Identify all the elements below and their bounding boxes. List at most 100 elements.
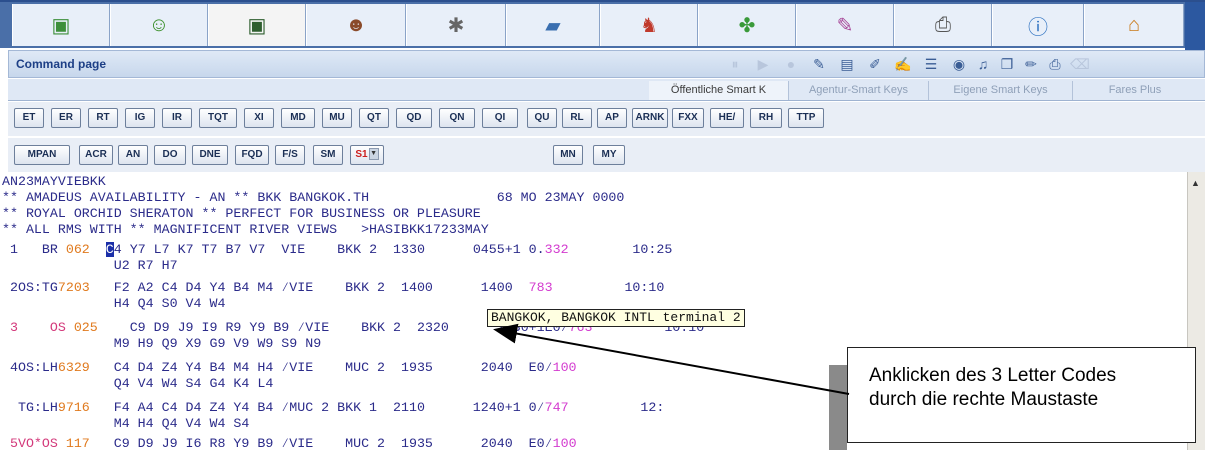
pause-icon[interactable]: ⏸ bbox=[726, 55, 744, 73]
key-my[interactable]: MY bbox=[593, 145, 625, 165]
key-qn[interactable]: QN bbox=[439, 108, 475, 128]
flight-number: 6329 bbox=[57, 360, 90, 375]
terminal-line-2: ** AMADEUS AVAILABILITY - AN ** BKK BANG… bbox=[2, 190, 625, 205]
availability-row-4[interactable]: 4OS:LH6329 C4 D4 Z4 Y4 B4 M4 H4 ⁄VIE MUC… bbox=[2, 360, 577, 375]
smart-key-row-1: ET ER RT IG IR TQT XI MD MU QT QD QN QI … bbox=[8, 102, 1205, 136]
play-icon[interactable]: ▶ bbox=[754, 55, 772, 73]
music-icon[interactable]: ♫ bbox=[974, 55, 992, 73]
bellboy-icon[interactable]: ♞ bbox=[600, 4, 698, 46]
key-rh[interactable]: RH bbox=[750, 108, 782, 128]
list-icon[interactable]: ☰ bbox=[922, 55, 940, 73]
row-2-duration: 10:10 bbox=[552, 280, 665, 295]
chevron-down-icon[interactable]: ▼ bbox=[368, 148, 379, 161]
key-er[interactable]: ER bbox=[51, 108, 81, 128]
key-qd[interactable]: QD bbox=[396, 108, 432, 128]
row-5-equipment: 747 bbox=[544, 400, 569, 415]
callout-line-2: durch die rechte Maustaste bbox=[869, 389, 1099, 410]
flight-number: 117 bbox=[65, 436, 90, 450]
person-icon[interactable]: ☻ bbox=[306, 4, 406, 46]
edit-icon[interactable]: ✏ bbox=[1022, 55, 1040, 73]
key-qu[interactable]: QU bbox=[527, 108, 557, 128]
clear-icon[interactable]: ⌫ bbox=[1070, 55, 1090, 73]
key-ttp[interactable]: TTP bbox=[788, 108, 824, 128]
tab-fares-plus[interactable]: Fares Plus bbox=[1073, 81, 1197, 100]
car-icon[interactable]: ▰ bbox=[506, 4, 600, 46]
row-5-duration: 12: bbox=[568, 400, 665, 415]
callout-text: Anklicken des 3 Letter Codes durch die r… bbox=[869, 364, 1116, 412]
callout-line-1: Anklicken des 3 Letter Codes bbox=[869, 365, 1117, 386]
key-ig[interactable]: IG bbox=[125, 108, 155, 128]
key-xi[interactable]: XI bbox=[244, 108, 274, 128]
key-dne[interactable]: DNE bbox=[192, 145, 228, 165]
key-mn[interactable]: MN bbox=[553, 145, 583, 165]
row-5-prefix: TG:LH bbox=[2, 400, 58, 415]
availability-row-1[interactable]: 1 BR 062 C4 Y7 L7 K7 T7 B7 V7 VIE BKK 2 … bbox=[2, 242, 672, 257]
availability-row-5[interactable]: TG:LH9716 F4 A4 C4 D4 Z4 Y4 B4 ⁄MUC 2 BK… bbox=[2, 400, 664, 415]
key-ap[interactable]: AP bbox=[597, 108, 627, 128]
key-acr[interactable]: ACR bbox=[79, 145, 113, 165]
key-mu[interactable]: MU bbox=[322, 108, 352, 128]
row-6-prefix: 5VO*OS bbox=[2, 436, 66, 450]
key-ir[interactable]: IR bbox=[162, 108, 192, 128]
row-1-classes: 4 Y7 L7 K7 T7 B7 V7 VIE BKK 2 1330 0455+… bbox=[113, 242, 545, 257]
terminal-icon[interactable]: ▣ bbox=[208, 4, 306, 46]
print-icon[interactable]: ⎙ bbox=[1046, 55, 1064, 73]
row-2-equipment: 783 bbox=[528, 280, 553, 295]
key-s1-dropdown[interactable]: S1 ▼ bbox=[350, 145, 384, 165]
home-icon[interactable]: ⌂ bbox=[1084, 4, 1184, 46]
stop-icon[interactable]: ● bbox=[782, 55, 800, 73]
flight-number: 062 bbox=[65, 242, 90, 257]
key-mpan[interactable]: MPAN bbox=[14, 145, 70, 165]
key-he[interactable]: HE/ bbox=[710, 108, 744, 128]
row-1-duration: 10:25 bbox=[568, 242, 673, 257]
copy-icon[interactable]: ❐ bbox=[998, 55, 1016, 73]
printer-icon[interactable]: ⎙ bbox=[894, 4, 992, 46]
highlighter-icon[interactable]: ✍ bbox=[894, 55, 912, 73]
pencil-icon[interactable]: ✎ bbox=[810, 55, 828, 73]
key-do[interactable]: DO bbox=[154, 145, 186, 165]
key-qi[interactable]: QI bbox=[482, 108, 518, 128]
notebook-icon[interactable]: ▤ bbox=[838, 55, 856, 73]
smiley-icon[interactable]: ☺ bbox=[110, 4, 208, 46]
key-an[interactable]: AN bbox=[118, 145, 148, 165]
row-2-classes: F2 A2 C4 D4 Y4 B4 M4 ⁄VIE BKK 2 1400 bbox=[89, 280, 481, 295]
tab-own-smart-keys[interactable]: Eigene Smart Keys bbox=[929, 81, 1073, 100]
info-icon[interactable]: ⓘ bbox=[992, 4, 1084, 46]
key-et[interactable]: ET bbox=[14, 108, 44, 128]
scroll-up-icon[interactable]: ▲ bbox=[1191, 178, 1200, 188]
cube-icon[interactable]: ▣ bbox=[12, 4, 110, 46]
row-1-equipment: 332 bbox=[544, 242, 569, 257]
globe-icon[interactable]: ◉ bbox=[950, 55, 968, 73]
note-icon[interactable]: ✎ bbox=[796, 4, 894, 46]
tab-public-smart-keys[interactable]: Öffentliche Smart K bbox=[649, 81, 789, 100]
availability-row-6[interactable]: 5VO*OS 117 C9 D9 J9 I6 R8 Y9 B9 ⁄VIE MUC… bbox=[2, 436, 577, 450]
key-fqd[interactable]: FQD bbox=[235, 145, 269, 165]
flight-number: 025 bbox=[73, 320, 98, 335]
key-md[interactable]: MD bbox=[281, 108, 315, 128]
terminal-line-1: AN23MAYVIEBKK bbox=[2, 174, 106, 189]
availability-row-2[interactable]: 2OS:TG7203 F2 A2 C4 D4 Y4 B4 M4 ⁄VIE BKK… bbox=[2, 280, 664, 295]
row-5-classes: F4 A4 C4 D4 Z4 Y4 B4 ⁄MUC 2 BKK 1 2110 1… bbox=[89, 400, 545, 415]
key-sm[interactable]: SM bbox=[313, 145, 343, 165]
key-fs[interactable]: F/S bbox=[275, 145, 305, 165]
key-tqt[interactable]: TQT bbox=[199, 108, 237, 128]
callout-shadow bbox=[829, 365, 847, 450]
row-3-prefix: 3 OS bbox=[2, 320, 74, 335]
brush-icon[interactable]: ✐ bbox=[866, 55, 884, 73]
flight-number: 7203 bbox=[57, 280, 90, 295]
key-arnk[interactable]: ARNK bbox=[632, 108, 668, 128]
key-rl[interactable]: RL bbox=[562, 108, 592, 128]
row-1-prefix: 1 BR bbox=[2, 242, 66, 257]
availability-row-2-cont: H4 Q4 S0 V4 W4 bbox=[2, 296, 226, 311]
key-s1-label: S1 bbox=[355, 149, 368, 160]
puzzle-icon[interactable]: ✤ bbox=[698, 4, 796, 46]
tab-agency-smart-keys[interactable]: Agentur-Smart Keys bbox=[789, 81, 929, 100]
row-4-classes: C4 D4 Z4 Y4 B4 M4 H4 ⁄VIE MUC 2 1935 204… bbox=[89, 360, 553, 375]
toolbar-edge bbox=[1185, 2, 1205, 50]
row-2-prefix: 2OS:TG bbox=[2, 280, 58, 295]
city-code-tooltip: BANGKOK, BANGKOK INTL terminal 2 bbox=[487, 309, 745, 327]
key-rt[interactable]: RT bbox=[88, 108, 118, 128]
key-fxx[interactable]: FXX bbox=[672, 108, 704, 128]
chandelier-icon[interactable]: ✱ bbox=[406, 4, 506, 46]
key-qt[interactable]: QT bbox=[359, 108, 389, 128]
